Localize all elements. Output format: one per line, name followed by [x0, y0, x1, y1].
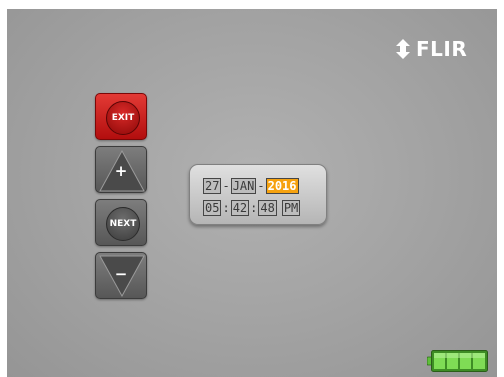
camera-screen: FLIR EXIT + NEXT − 27 - JAN - 2016 05: … — [7, 9, 497, 377]
year-field[interactable]: 2016 — [265, 178, 299, 194]
datetime-panel: 27 - JAN - 2016 05 : 42 : 48 PM — [189, 164, 327, 225]
time-separator: : — [222, 201, 230, 215]
increment-button[interactable]: + — [95, 146, 147, 193]
decrement-button[interactable]: − — [95, 252, 147, 299]
minus-icon: − — [114, 265, 128, 283]
next-button[interactable]: NEXT — [95, 199, 147, 246]
battery-icon — [427, 350, 488, 372]
month-field[interactable]: JAN — [230, 178, 257, 194]
hour-field[interactable]: 05 — [203, 200, 222, 216]
date-separator: - — [257, 179, 265, 193]
day-field[interactable]: 27 — [203, 178, 222, 194]
date-separator: - — [222, 179, 230, 193]
time-separator: : — [250, 201, 258, 215]
next-button-face: NEXT — [106, 207, 140, 241]
brand-name: FLIR — [416, 37, 468, 61]
exit-button-label: EXIT — [111, 113, 135, 123]
date-row: 27 - JAN - 2016 — [203, 178, 299, 194]
minute-field[interactable]: 42 — [230, 200, 250, 216]
flir-logo: FLIR — [393, 34, 467, 64]
plus-icon: + — [114, 162, 128, 180]
time-row: 05 : 42 : 48 PM — [203, 200, 301, 216]
second-field[interactable]: 48 — [258, 200, 277, 216]
exit-button[interactable]: EXIT — [95, 93, 147, 140]
flir-logo-icon — [396, 39, 410, 59]
ampm-field[interactable]: PM — [281, 200, 301, 216]
exit-button-face: EXIT — [106, 101, 140, 135]
next-button-label: NEXT — [109, 219, 137, 229]
